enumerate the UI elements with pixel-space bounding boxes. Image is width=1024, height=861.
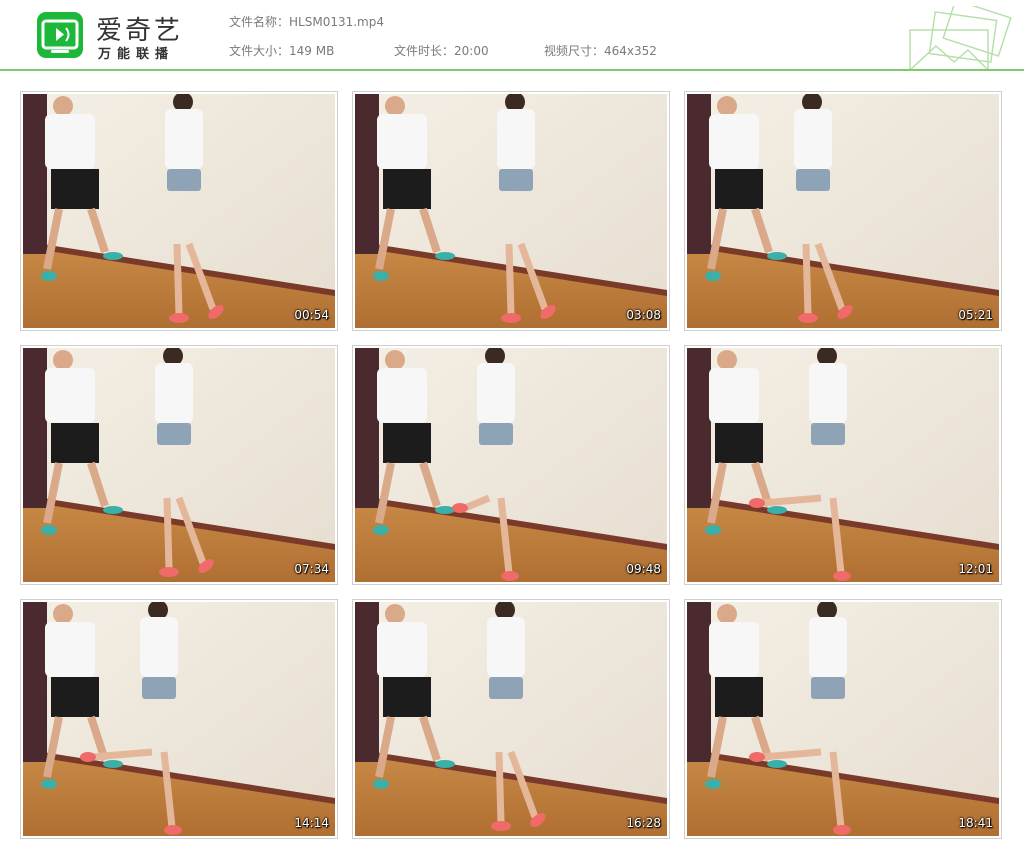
thumbnail-9[interactable]: 18:41	[684, 599, 1002, 839]
photo-frames-decoration-icon	[909, 6, 1012, 70]
video-resolution-value: 464x352	[604, 44, 657, 58]
file-name-value: HLSM0131.mp4	[289, 15, 384, 29]
file-name-label: 文件名称：	[229, 15, 290, 29]
thumbnail-image	[355, 602, 667, 836]
video-resolution-label: 视频尺寸：	[544, 44, 605, 58]
video-frame-scene	[687, 94, 999, 328]
file-duration-label: 文件时长：	[394, 44, 455, 58]
video-frame-scene	[355, 602, 667, 836]
file-size-info: 文件大小：149 MB	[229, 42, 334, 59]
file-duration-value: 20:00	[454, 44, 489, 58]
thumbnail-4[interactable]: 07:34	[20, 345, 338, 585]
thumbnail-image	[687, 94, 999, 328]
thumbnail-timestamp: 03:08	[626, 308, 661, 322]
brand-tagline: 万能联播	[98, 47, 175, 62]
thumbnail-timestamp: 07:34	[294, 562, 329, 576]
thumbnail-image	[23, 348, 335, 582]
brand-name: 爱奇艺	[96, 16, 184, 46]
video-frame-scene	[355, 348, 667, 582]
thumbnail-5[interactable]: 09:48	[352, 345, 670, 585]
video-resolution-info: 视频尺寸：464x352	[544, 42, 657, 59]
video-frame-scene	[687, 602, 999, 836]
video-frame-scene	[23, 602, 335, 836]
file-size-value: 149 MB	[289, 44, 335, 58]
thumbnail-timestamp: 12:01	[958, 562, 993, 576]
video-frame-scene	[23, 94, 335, 328]
thumbnail-timestamp: 16:28	[626, 816, 661, 830]
thumbnail-image	[687, 602, 999, 836]
thumbnail-timestamp: 14:14	[294, 816, 329, 830]
thumbnail-image	[355, 94, 667, 328]
thumbnail-3[interactable]: 05:21	[684, 91, 1002, 331]
thumbnail-timestamp: 05:21	[958, 308, 993, 322]
video-frame-scene	[355, 94, 667, 328]
video-frame-scene	[687, 348, 999, 582]
thumbnail-timestamp: 09:48	[626, 562, 661, 576]
video-frame-scene	[23, 348, 335, 582]
header: 爱奇艺 万能联播 文件名称：HLSM0131.mp4 文件大小：149 MB 文…	[0, 0, 1024, 71]
thumbnail-grid: 00:54 03:08 05:21 07:34 09:48 12:01 14:1…	[20, 91, 1004, 841]
file-name-info: 文件名称：HLSM0131.mp4	[229, 13, 384, 30]
iqiyi-logo-icon	[37, 12, 83, 58]
file-size-label: 文件大小：	[229, 44, 290, 58]
thumbnail-timestamp: 00:54	[294, 308, 329, 322]
file-duration-info: 文件时长：20:00	[394, 42, 489, 59]
thumbnail-image	[687, 348, 999, 582]
thumbnail-6[interactable]: 12:01	[684, 345, 1002, 585]
header-divider	[0, 69, 1024, 71]
thumbnail-8[interactable]: 16:28	[352, 599, 670, 839]
thumbnail-image	[23, 602, 335, 836]
thumbnail-2[interactable]: 03:08	[352, 91, 670, 331]
thumbnail-7[interactable]: 14:14	[20, 599, 338, 839]
thumbnail-image	[23, 94, 335, 328]
thumbnail-1[interactable]: 00:54	[20, 91, 338, 331]
thumbnail-timestamp: 18:41	[958, 816, 993, 830]
thumbnail-image	[355, 348, 667, 582]
